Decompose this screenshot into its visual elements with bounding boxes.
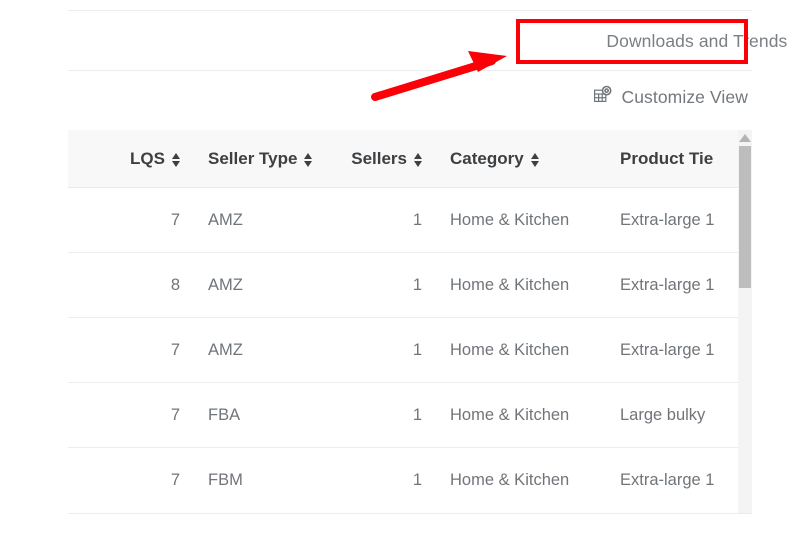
- column-header-lqs[interactable]: LQS: [68, 149, 190, 169]
- cell-tier: Extra-large 1: [620, 340, 715, 359]
- column-header-label: LQS: [130, 148, 165, 168]
- column-header-sellers[interactable]: Sellers: [312, 149, 432, 169]
- table-row[interactable]: 7 AMZ 1 Home & Kitchen Extra-large 1: [68, 188, 738, 253]
- cell-seller_type: FBM: [208, 471, 243, 489]
- customize-view-label: Customize View: [621, 86, 748, 107]
- view-selector-dropdown[interactable]: Downloads and Trends ▾: [520, 25, 794, 57]
- divider-top: [68, 10, 752, 11]
- results-table: LQS Seller Type Sellers Category Product Tie…: [68, 130, 738, 513]
- column-header-label: Sellers: [351, 148, 407, 168]
- table-gear-icon: [593, 85, 613, 110]
- scrollbar-thumb[interactable]: [739, 146, 751, 288]
- cell-seller_type: AMZ: [208, 210, 243, 229]
- sort-arrows-icon[interactable]: [304, 153, 312, 168]
- column-header-tier: Product Tie: [602, 149, 738, 169]
- column-header-seller_type[interactable]: Seller Type: [190, 149, 312, 169]
- cell-tier: Extra-large 1: [620, 275, 715, 294]
- cell-tier: Extra-large 1: [620, 210, 715, 229]
- table-vertical-scrollbar[interactable]: [738, 130, 752, 513]
- data-table-panel: Downloads and Trends ▾ Customize View: [68, 0, 787, 536]
- cell-tier: Large bulky: [620, 405, 706, 424]
- cell-category: Home & Kitchen: [450, 471, 570, 489]
- cell-seller_type: AMZ: [208, 340, 243, 359]
- column-header-label: Product Tie: [620, 148, 714, 168]
- table-header-row: LQS Seller Type Sellers Category Product Tie: [68, 130, 738, 188]
- cell-lqs: 7: [170, 210, 180, 229]
- cell-category: Home & Kitchen: [450, 405, 570, 424]
- divider-bottom: [68, 513, 752, 514]
- table-body: 7 AMZ 1 Home & Kitchen Extra-large 1 8 AMZ 1 Hom…: [68, 188, 738, 513]
- cell-sellers: 1: [412, 340, 422, 359]
- cell-tier: Extra-large 1: [620, 471, 715, 489]
- cell-category: Home & Kitchen: [450, 210, 570, 229]
- cell-seller_type: FBA: [208, 405, 241, 424]
- customize-view-button[interactable]: Customize View: [593, 83, 748, 111]
- cell-sellers: 1: [412, 275, 422, 294]
- cell-seller_type: AMZ: [208, 275, 243, 294]
- cell-category: Home & Kitchen: [450, 275, 570, 294]
- sort-arrows-icon[interactable]: [414, 153, 422, 168]
- triangle-up-icon[interactable]: [739, 134, 751, 142]
- divider-middle: [68, 70, 752, 71]
- table-row[interactable]: 7 FBA 1 Home & Kitchen Large bulky: [68, 383, 738, 448]
- cell-lqs: 8: [170, 275, 180, 294]
- sort-arrows-icon[interactable]: [530, 153, 539, 168]
- table-row[interactable]: 8 AMZ 1 Home & Kitchen Extra-large 1: [68, 253, 738, 318]
- sort-arrows-icon[interactable]: [172, 153, 180, 168]
- column-header-label: Category: [450, 148, 524, 168]
- column-header-category[interactable]: Category: [432, 149, 602, 169]
- view-selector-label: Downloads and Trends: [606, 30, 788, 51]
- cell-lqs: 7: [170, 471, 180, 489]
- cell-sellers: 1: [412, 471, 422, 489]
- column-header-label: Seller Type: [208, 148, 298, 168]
- cell-sellers: 1: [412, 405, 422, 424]
- table-row[interactable]: 7 AMZ 1 Home & Kitchen Extra-large 1: [68, 318, 738, 383]
- cell-category: Home & Kitchen: [450, 340, 570, 359]
- table-row[interactable]: 7 FBM 1 Home & Kitchen Extra-large 1: [68, 448, 738, 513]
- cell-sellers: 1: [412, 210, 422, 229]
- cell-lqs: 7: [170, 340, 180, 359]
- cell-lqs: 7: [170, 405, 180, 424]
